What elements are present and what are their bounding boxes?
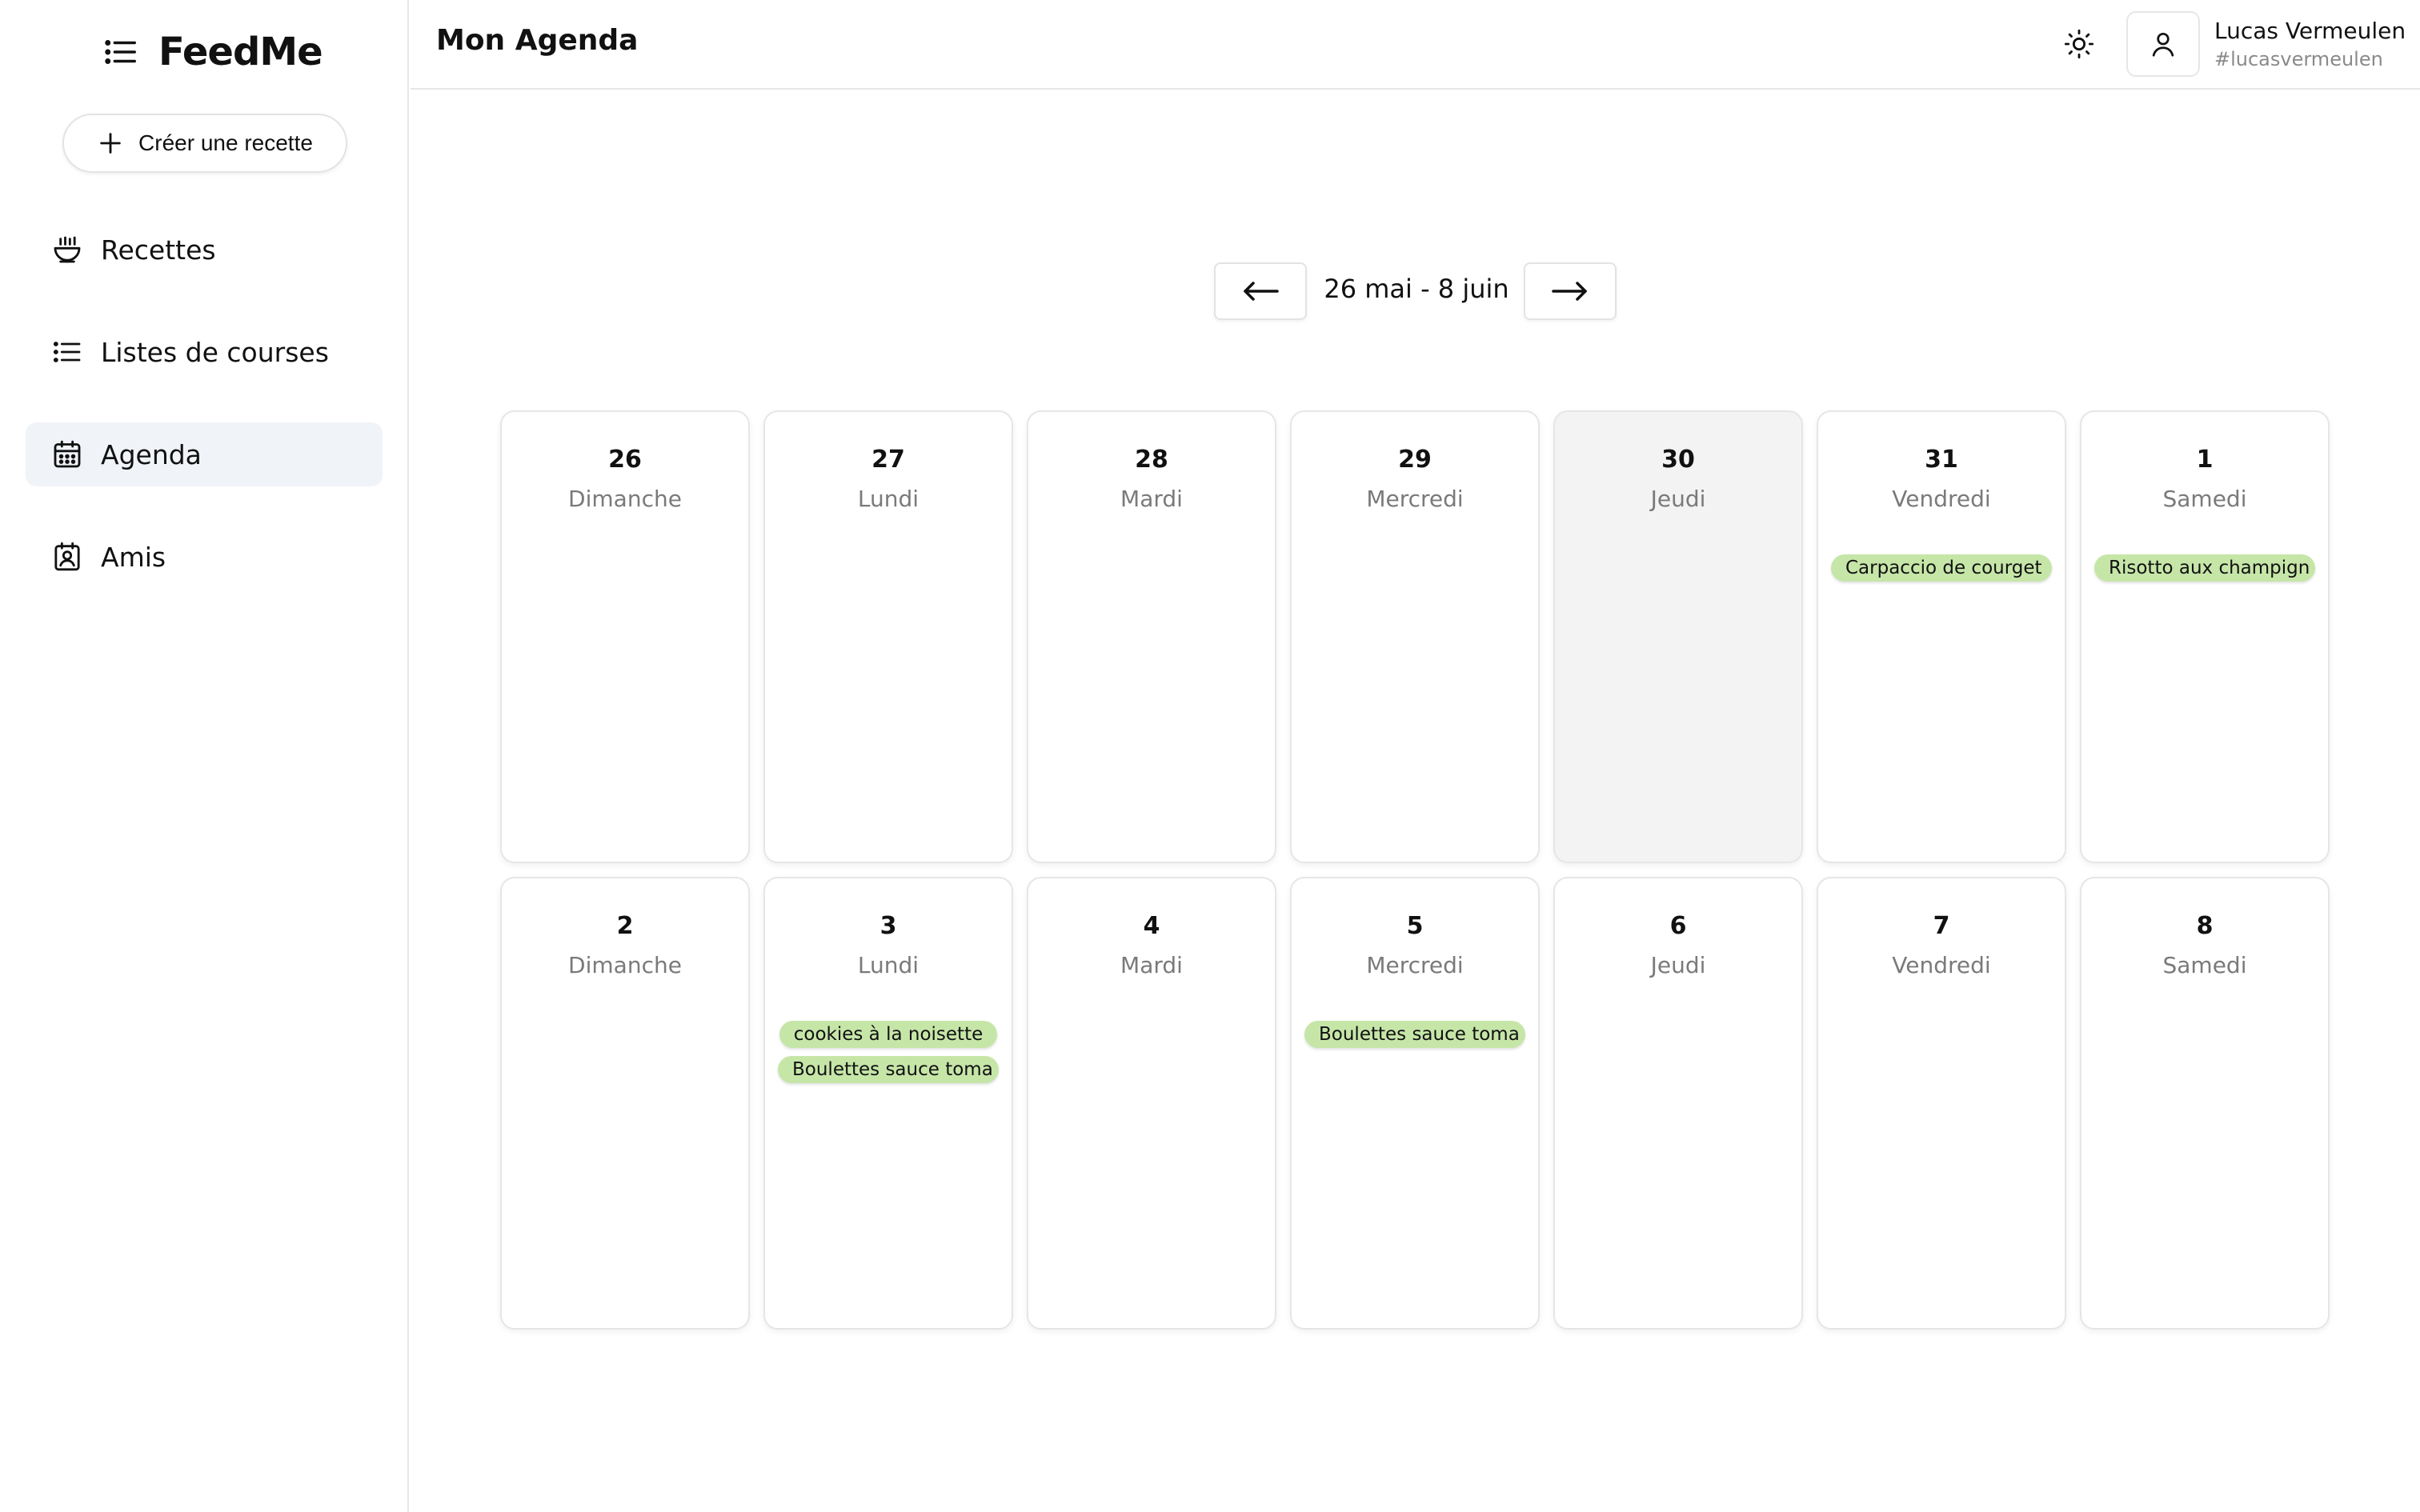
day-card[interactable]: 8 Samedi (2080, 877, 2330, 1330)
sidebar-item-label: Listes de courses (101, 336, 329, 368)
sidebar-item-listes-de-courses[interactable]: Listes de courses (26, 320, 383, 384)
day-weekday: Vendredi (1892, 952, 1991, 978)
day-card[interactable]: 5 Mercredi Boulettes sauce toma (1290, 877, 1540, 1330)
day-weekday: Mardi (1120, 952, 1183, 978)
day-number: 3 (879, 912, 897, 940)
day-weekday: Mercredi (1366, 952, 1464, 978)
avatar[interactable] (2126, 11, 2200, 77)
meal-list: Boulettes sauce toma (1292, 1021, 1538, 1048)
sidebar-item-label: Recettes (101, 234, 216, 266)
day-number: 27 (871, 446, 905, 474)
day-weekday: Samedi (2162, 952, 2247, 978)
day-weekday: Jeudi (1650, 952, 1706, 978)
top-header: Mon Agenda Lucas Vermeulen #lucasvermeul… (411, 0, 2420, 90)
next-week-button[interactable] (1524, 262, 1617, 320)
day-card[interactable]: 27 Lundi (763, 410, 1013, 863)
day-card[interactable]: 4 Mardi (1027, 877, 1276, 1330)
day-number: 8 (2196, 912, 2214, 940)
day-number: 31 (1925, 446, 1958, 474)
user-name: Lucas Vermeulen (2214, 18, 2406, 44)
day-card[interactable]: 31 Vendredi Carpaccio de courget (1817, 410, 2066, 863)
meal-chip[interactable]: cookies à la noisette (779, 1021, 998, 1048)
user-handle: #lucasvermeulen (2214, 48, 2383, 70)
arrow-right-icon (1552, 282, 1587, 301)
day-number: 1 (2196, 446, 2214, 474)
day-weekday: Lundi (857, 952, 920, 978)
day-weekday: Dimanche (568, 486, 682, 512)
list-icon (105, 40, 136, 64)
sidebar-item-amis[interactable]: Amis (26, 525, 383, 589)
day-card[interactable]: 6 Jeudi (1553, 877, 1803, 1330)
day-weekday: Mercredi (1366, 486, 1464, 512)
user-icon (2152, 32, 2174, 57)
meal-chip[interactable]: Boulettes sauce toma (778, 1056, 999, 1083)
day-number: 28 (1135, 446, 1168, 474)
bowl-icon (54, 236, 81, 263)
day-number: 2 (616, 912, 634, 940)
meal-chip[interactable]: Carpaccio de courget (1831, 554, 2052, 582)
day-weekday: Mardi (1120, 486, 1183, 512)
plus-icon (100, 133, 121, 154)
meal-chip[interactable]: Risotto aux champign (2094, 554, 2315, 582)
day-number: 5 (1406, 912, 1424, 940)
brand-name: FeedMe (158, 30, 323, 74)
day-number: 6 (1669, 912, 1687, 940)
date-range-label: 26 mai - 8 juin (1324, 274, 1509, 304)
sidebar: FeedMe Créer une recette Recettes Listes… (0, 0, 409, 1512)
create-recipe-label: Créer une recette (138, 130, 313, 155)
day-number: 30 (1661, 446, 1695, 474)
day-weekday: Vendredi (1892, 486, 1991, 512)
sidebar-item-recettes[interactable]: Recettes (26, 218, 383, 282)
day-weekday: Lundi (857, 486, 920, 512)
day-number: 4 (1143, 912, 1160, 940)
list-icon (53, 342, 81, 362)
day-card[interactable]: 26 Dimanche (500, 410, 750, 863)
day-card[interactable]: 28 Mardi (1027, 410, 1276, 863)
meal-list: Risotto aux champign (2081, 554, 2328, 582)
day-card[interactable]: 7 Vendredi (1817, 877, 2066, 1330)
day-card[interactable]: 2 Dimanche (500, 877, 750, 1330)
day-weekday: Samedi (2162, 486, 2247, 512)
brand[interactable]: FeedMe (102, 24, 323, 80)
sun-icon (2064, 29, 2094, 59)
meal-list: cookies à la noisette Boulettes sauce to… (765, 1021, 1012, 1083)
sidebar-item-label: Amis (101, 541, 166, 573)
meal-chip[interactable]: Boulettes sauce toma (1304, 1021, 1525, 1048)
day-card[interactable]: 1 Samedi Risotto aux champign (2080, 410, 2330, 863)
create-recipe-button[interactable]: Créer une recette (62, 114, 347, 173)
calendar-icon (54, 440, 81, 468)
page-title: Mon Agenda (436, 24, 639, 57)
sidebar-item-label: Agenda (101, 438, 202, 470)
contact-icon (54, 542, 80, 571)
day-weekday: Dimanche (568, 952, 682, 978)
day-number: 26 (608, 446, 642, 474)
day-card[interactable]: 3 Lundi cookies à la noisette Boulettes … (763, 877, 1013, 1330)
day-weekday: Jeudi (1650, 486, 1706, 512)
meal-list: Carpaccio de courget (1818, 554, 2065, 582)
theme-toggle-button[interactable] (2059, 24, 2099, 64)
arrow-left-icon (1244, 282, 1279, 301)
day-card[interactable]: 29 Mercredi (1290, 410, 1540, 863)
day-number: 29 (1398, 446, 1432, 474)
sidebar-item-agenda[interactable]: Agenda (26, 422, 383, 486)
day-card-today[interactable]: 30 Jeudi (1553, 410, 1803, 863)
day-number: 7 (1933, 912, 1950, 940)
